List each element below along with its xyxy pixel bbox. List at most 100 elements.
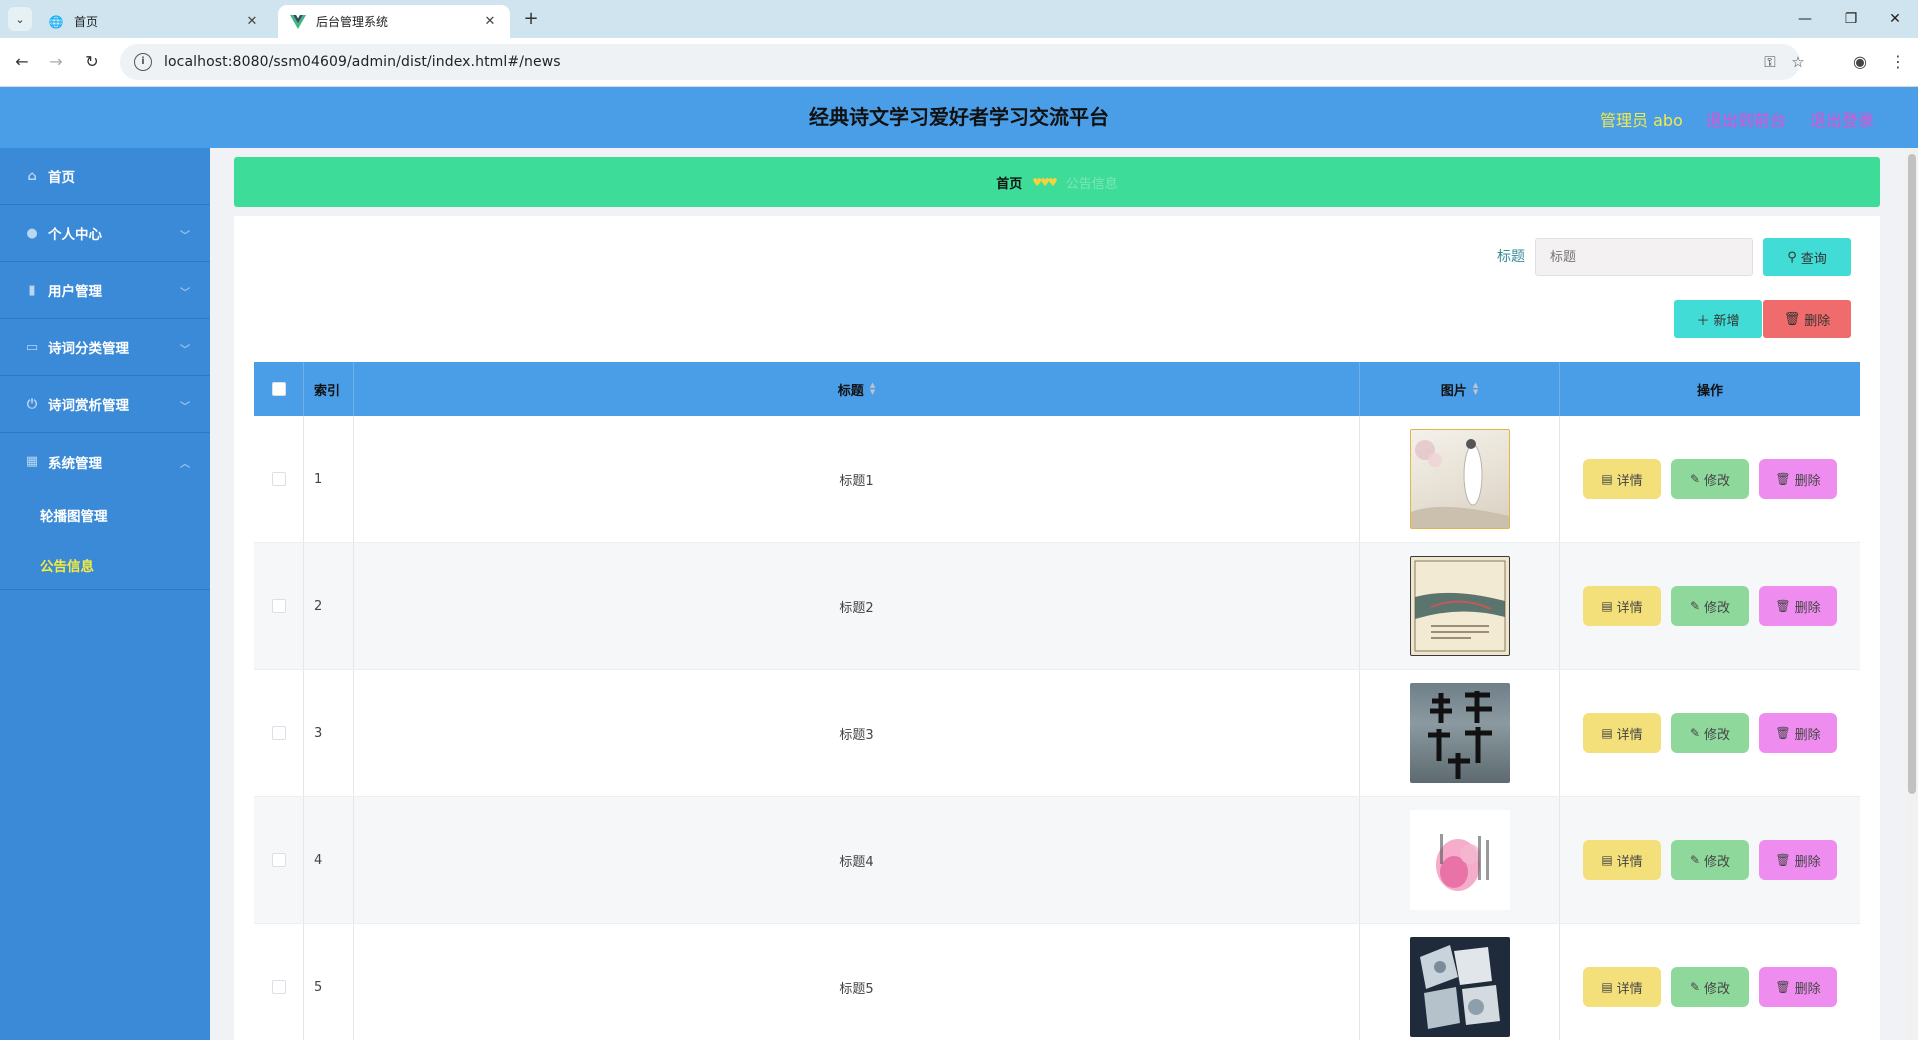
bookmark-star-icon[interactable]: ☆	[1788, 52, 1808, 72]
edit-button-label: 修改	[1704, 600, 1731, 616]
breadcrumb-home[interactable]: 首页	[996, 173, 1022, 192]
sidebar-subitem-announcement[interactable]: 公告信息	[0, 540, 210, 590]
new-tab-button[interactable]: +	[520, 8, 542, 30]
detail-button[interactable]: ▤ 详情	[1583, 840, 1661, 880]
sidebar-item-label: 诗词分类管理	[48, 341, 129, 357]
row-checkbox[interactable]	[271, 726, 286, 740]
trash-icon: 🗑	[1775, 472, 1791, 486]
browser-tab-home[interactable]: 🌐 首页 ✕	[36, 5, 272, 38]
delete-button-label: 删除	[1794, 473, 1821, 489]
search-input[interactable]	[1535, 238, 1753, 276]
row-ops-cell: ▤ 详情 ✎ 修改 🗑 删除	[1560, 670, 1860, 796]
pencil-icon: ✎	[1689, 853, 1701, 867]
sort-icon[interactable]: ▲ ▼	[1473, 382, 1478, 396]
close-icon[interactable]: ✕	[482, 14, 498, 29]
announcement-table: 索引 标题 ▲ ▼ 图片 ▲ ▼ 操作 1 标题1 ▤ 详情 ✎ 修改 🗑 删除 2 标题…	[254, 362, 1860, 1040]
bulk-delete-button[interactable]: 🗑 删除	[1763, 300, 1851, 338]
logout-link[interactable]: 退出登录	[1810, 107, 1874, 131]
table-row: 3 标题3 ▤ 详情 ✎ 修改 🗑 删除	[254, 670, 1860, 797]
detail-button[interactable]: ▤ 详情	[1583, 459, 1661, 499]
forward-icon[interactable]: →	[44, 50, 68, 74]
edit-button[interactable]: ✎ 修改	[1671, 713, 1749, 753]
row-image-cell	[1360, 797, 1560, 923]
to-front-link[interactable]: 退出到前台	[1706, 107, 1786, 131]
password-key-icon[interactable]: ⚿	[1760, 52, 1780, 72]
add-button[interactable]: ＋ 新增	[1674, 300, 1762, 338]
close-icon[interactable]: ✕	[244, 14, 260, 29]
delete-button[interactable]: 🗑 删除	[1759, 459, 1837, 499]
edit-button[interactable]: ✎ 修改	[1671, 586, 1749, 626]
sidebar: ⌂ 首页 ● 个人中心 ﹀ ▮ 用户管理 ﹀ ▭ 诗词分类管理 ﹀ ⏻ 诗词赏析…	[0, 148, 210, 1040]
restore-icon[interactable]: ❐	[1836, 8, 1866, 30]
row-index: 3	[304, 670, 354, 796]
column-header-title[interactable]: 标题 ▲ ▼	[354, 362, 1360, 416]
column-header-image[interactable]: 图片 ▲ ▼	[1360, 362, 1560, 416]
menu-dots-icon[interactable]: ⋮	[1886, 50, 1910, 74]
edit-button-label: 修改	[1704, 854, 1731, 870]
trash-icon: 🗑	[1783, 311, 1801, 327]
thumbnail-image[interactable]	[1409, 556, 1510, 656]
document-icon: ▤	[1601, 599, 1613, 613]
chevron-down-icon: ﹀	[180, 288, 190, 299]
select-all-checkbox[interactable]	[271, 382, 286, 396]
row-checkbox[interactable]	[271, 980, 286, 994]
row-index: 4	[304, 797, 354, 923]
sidebar-item-poem-analysis[interactable]: ⏻ 诗词赏析管理 ﹀	[0, 376, 210, 433]
tab-search-button[interactable]: ⌄	[8, 7, 32, 31]
sidebar-item-poem-category[interactable]: ▭ 诗词分类管理 ﹀	[0, 319, 210, 376]
thumbnail-image[interactable]	[1409, 810, 1510, 910]
browser-tab-admin[interactable]: 后台管理系统 ✕	[278, 5, 510, 38]
back-icon[interactable]: ←	[10, 50, 34, 74]
sidebar-subitem-carousel[interactable]: 轮播图管理	[0, 490, 210, 540]
row-ops-cell: ▤ 详情 ✎ 修改 🗑 删除	[1560, 924, 1860, 1040]
delete-button[interactable]: 🗑 删除	[1759, 967, 1837, 1007]
delete-button[interactable]: 🗑 删除	[1759, 713, 1837, 753]
thumbnail-image[interactable]	[1409, 937, 1510, 1037]
query-button[interactable]: ⚲ 查询	[1763, 238, 1851, 276]
window-close-icon[interactable]: ✕	[1880, 8, 1910, 30]
sidebar-item-system[interactable]: ▦ 系统管理 ︿	[0, 433, 210, 490]
thumbnail-image[interactable]	[1409, 429, 1510, 529]
plus-icon: ＋	[1696, 313, 1710, 329]
scrollbar-thumb[interactable]	[1908, 154, 1916, 794]
detail-button[interactable]: ▤ 详情	[1583, 967, 1661, 1007]
table-header: 索引 标题 ▲ ▼ 图片 ▲ ▼ 操作	[254, 362, 1860, 416]
detail-button[interactable]: ▤ 详情	[1583, 586, 1661, 626]
row-image-cell	[1360, 924, 1560, 1040]
row-ops-cell: ▤ 详情 ✎ 修改 🗑 删除	[1560, 797, 1860, 923]
sidebar-item-home[interactable]: ⌂ 首页	[0, 148, 210, 205]
profile-icon[interactable]: ◉	[1848, 50, 1872, 74]
row-check-cell	[254, 670, 304, 796]
trash-icon: 🗑	[1775, 980, 1791, 994]
site-info-icon[interactable]: i	[134, 53, 152, 71]
power-icon: ⏻	[26, 396, 38, 412]
url-field[interactable]: i localhost:8080/ssm04609/admin/dist/ind…	[120, 44, 1805, 80]
row-checkbox[interactable]	[271, 853, 286, 867]
edit-button[interactable]: ✎ 修改	[1671, 459, 1749, 499]
edit-button[interactable]: ✎ 修改	[1671, 840, 1749, 880]
sidebar-item-personal-center[interactable]: ● 个人中心 ﹀	[0, 205, 210, 262]
search-icon: ⚲	[1787, 249, 1797, 265]
delete-button-label: 删除	[1794, 981, 1821, 997]
document-icon: ▤	[1601, 472, 1613, 486]
delete-button[interactable]: 🗑 删除	[1759, 840, 1837, 880]
sort-icon[interactable]: ▲ ▼	[870, 382, 875, 396]
url-text: localhost:8080/ssm04609/admin/dist/index…	[164, 54, 561, 70]
column-header-ops: 操作	[1696, 383, 1723, 399]
delete-button[interactable]: 🗑 删除	[1759, 586, 1837, 626]
page-scrollbar[interactable]	[1906, 148, 1918, 1040]
edit-button-label: 修改	[1704, 473, 1731, 489]
thumbnail-image[interactable]	[1409, 683, 1510, 783]
detail-button[interactable]: ▤ 详情	[1583, 713, 1661, 753]
row-index: 5	[304, 924, 354, 1040]
row-checkbox[interactable]	[271, 599, 286, 613]
detail-button-label: 详情	[1616, 473, 1643, 489]
row-checkbox[interactable]	[271, 472, 286, 486]
reload-icon[interactable]: ↻	[80, 50, 104, 74]
row-check-cell	[254, 543, 304, 669]
edit-button[interactable]: ✎ 修改	[1671, 967, 1749, 1007]
sidebar-item-user-management[interactable]: ▮ 用户管理 ﹀	[0, 262, 210, 319]
document-icon: ▤	[1601, 726, 1613, 740]
trash-icon: 🗑	[1775, 853, 1791, 867]
minimize-icon[interactable]: —	[1790, 8, 1820, 30]
